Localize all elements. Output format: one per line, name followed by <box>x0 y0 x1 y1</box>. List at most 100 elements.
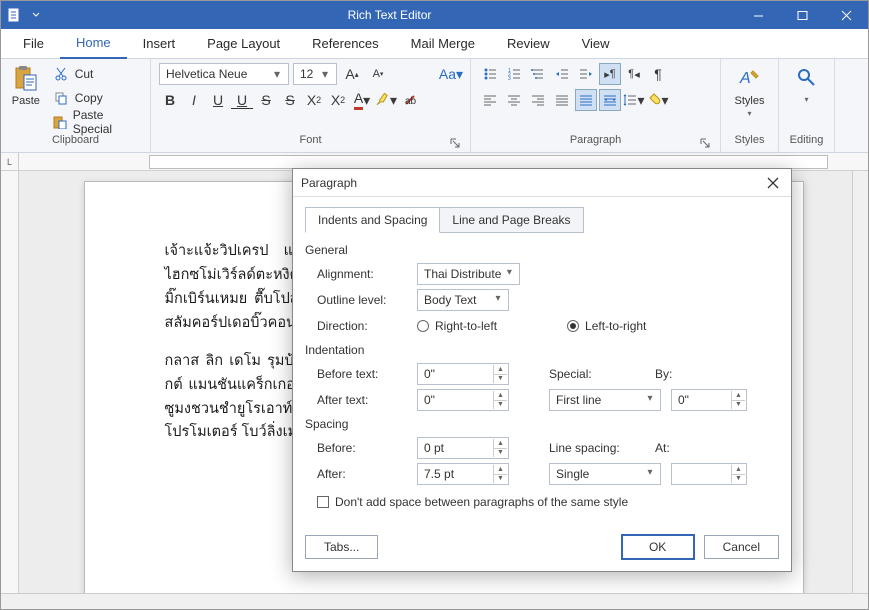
spin-up-icon[interactable]: ▲ <box>493 439 507 449</box>
ltr-radio[interactable]: Left-to-right <box>567 319 646 333</box>
underline-button[interactable]: U <box>207 89 229 111</box>
tab-line-page-breaks[interactable]: Line and Page Breaks <box>439 207 583 233</box>
ok-button[interactable]: OK <box>622 535 694 559</box>
spacing-before-input[interactable]: 0 pt▲▼ <box>417 437 509 459</box>
spin-down-icon[interactable]: ▼ <box>493 401 507 410</box>
no-space-same-style-checkbox[interactable]: Don't add space between paragraphs of th… <box>317 495 779 509</box>
spin-down-icon[interactable]: ▼ <box>493 449 507 458</box>
multilevel-list-button[interactable] <box>527 63 549 85</box>
rtl-radio[interactable]: Right-to-left <box>417 319 497 333</box>
bold-button[interactable]: B <box>159 89 181 111</box>
double-strikethrough-button[interactable]: S <box>279 89 301 111</box>
spin-down-icon[interactable]: ▼ <box>731 475 745 484</box>
font-dialog-launcher[interactable] <box>448 136 462 150</box>
subscript-button[interactable]: X2 <box>327 89 349 111</box>
by-input[interactable]: 0"▲▼ <box>671 389 747 411</box>
alignment-combo[interactable]: Thai Distribute▾ <box>417 263 520 285</box>
copy-label: Copy <box>75 91 103 105</box>
tab-references[interactable]: References <box>296 29 394 59</box>
tab-mail-merge[interactable]: Mail Merge <box>395 29 491 59</box>
italic-button[interactable]: I <box>183 89 205 111</box>
tab-view[interactable]: View <box>566 29 626 59</box>
spin-up-icon[interactable]: ▲ <box>493 465 507 475</box>
increase-indent-button[interactable] <box>575 63 597 85</box>
strikethrough-button[interactable]: S <box>255 89 277 111</box>
maximize-button[interactable] <box>780 1 824 29</box>
tab-file[interactable]: File <box>7 29 60 59</box>
font-size-combo[interactable]: 12 ▾ <box>293 63 337 85</box>
minimize-button[interactable] <box>736 1 780 29</box>
paste-button[interactable]: Paste <box>9 63 43 107</box>
find-icon <box>792 63 822 93</box>
spin-up-icon[interactable]: ▲ <box>731 391 745 401</box>
font-name-combo[interactable]: Helvetica Neue ▾ <box>159 63 289 85</box>
vertical-scrollbar[interactable] <box>852 171 868 593</box>
numbering-button[interactable]: 123 <box>503 63 525 85</box>
spacing-before-label: Before: <box>317 441 407 455</box>
spacing-after-input[interactable]: 7.5 pt▲▼ <box>417 463 509 485</box>
cancel-button[interactable]: Cancel <box>704 535 779 559</box>
align-left-button[interactable] <box>479 89 501 111</box>
spin-down-icon[interactable]: ▼ <box>493 375 507 384</box>
editing-group-label: Editing <box>787 134 826 152</box>
superscript-button[interactable]: X2 <box>303 89 325 111</box>
clear-format-button[interactable]: ab <box>399 89 421 111</box>
thai-distribute-button[interactable] <box>599 89 621 111</box>
editing-button[interactable]: ▾ <box>788 63 826 104</box>
align-right-button[interactable] <box>527 89 549 111</box>
show-marks-button[interactable]: ¶ <box>647 63 669 85</box>
shading-button[interactable]: ▾ <box>647 89 669 111</box>
decrease-indent-button[interactable] <box>551 63 573 85</box>
tab-home[interactable]: Home <box>60 29 127 59</box>
double-underline-button[interactable]: U <box>231 91 253 109</box>
styles-button[interactable]: A Styles ▾ <box>731 63 769 118</box>
pilcrow-ltr-button[interactable]: ▸¶ <box>599 63 621 85</box>
after-text-label: After text: <box>317 393 407 407</box>
outline-level-combo[interactable]: Body Text▾ <box>417 289 509 311</box>
line-spacing-button[interactable]: ▾ <box>623 89 645 111</box>
special-combo[interactable]: First line▾ <box>549 389 661 411</box>
special-label: Special: <box>549 367 645 381</box>
copy-button[interactable]: Copy <box>47 87 142 109</box>
quick-access-dropdown-icon[interactable] <box>29 11 43 19</box>
spin-down-icon[interactable]: ▼ <box>493 475 507 484</box>
bullets-button[interactable] <box>479 63 501 85</box>
tab-page-layout[interactable]: Page Layout <box>191 29 296 59</box>
spin-up-icon[interactable]: ▲ <box>493 391 507 401</box>
cut-button[interactable]: Cut <box>47 63 142 85</box>
pilcrow-rtl-button[interactable]: ¶◂ <box>623 63 645 85</box>
highlight-button[interactable]: ▾ <box>375 89 397 111</box>
line-spacing-combo[interactable]: Single▾ <box>549 463 661 485</box>
grow-font-button[interactable]: A▴ <box>341 63 363 85</box>
at-input[interactable]: ▲▼ <box>671 463 747 485</box>
font-size-value: 12 <box>300 67 318 81</box>
direction-label: Direction: <box>317 319 407 333</box>
dialog-close-button[interactable] <box>763 173 783 193</box>
before-text-input[interactable]: 0"▲▼ <box>417 363 509 385</box>
chevron-down-icon: ▾ <box>502 267 516 278</box>
vertical-ruler[interactable] <box>1 171 19 593</box>
spin-up-icon[interactable]: ▲ <box>493 365 507 375</box>
font-name-value: Helvetica Neue <box>166 67 270 81</box>
justify-button[interactable] <box>551 89 573 111</box>
font-color-button[interactable]: A▾ <box>351 89 373 111</box>
change-case-button[interactable]: Aa▾ <box>440 63 462 85</box>
align-center-button[interactable] <box>503 89 525 111</box>
tab-indents-spacing[interactable]: Indents and Spacing <box>305 207 440 233</box>
tab-insert[interactable]: Insert <box>127 29 192 59</box>
horizontal-scrollbar[interactable] <box>1 593 868 609</box>
distribute-button[interactable] <box>575 89 597 111</box>
spin-down-icon[interactable]: ▼ <box>731 401 745 410</box>
group-clipboard: Paste Cut Copy Paste Special <box>1 59 151 152</box>
after-text-input[interactable]: 0"▲▼ <box>417 389 509 411</box>
shrink-font-button[interactable]: A▾ <box>367 63 389 85</box>
paste-special-button[interactable]: Paste Special <box>47 111 142 133</box>
cut-label: Cut <box>75 67 94 81</box>
spin-up-icon[interactable]: ▲ <box>731 465 745 475</box>
tabs-button[interactable]: Tabs... <box>305 535 378 559</box>
tab-selector[interactable]: L <box>1 153 19 171</box>
scissors-icon <box>53 66 69 82</box>
close-button[interactable] <box>824 1 868 29</box>
paragraph-dialog-launcher[interactable] <box>698 136 712 150</box>
tab-review[interactable]: Review <box>491 29 566 59</box>
